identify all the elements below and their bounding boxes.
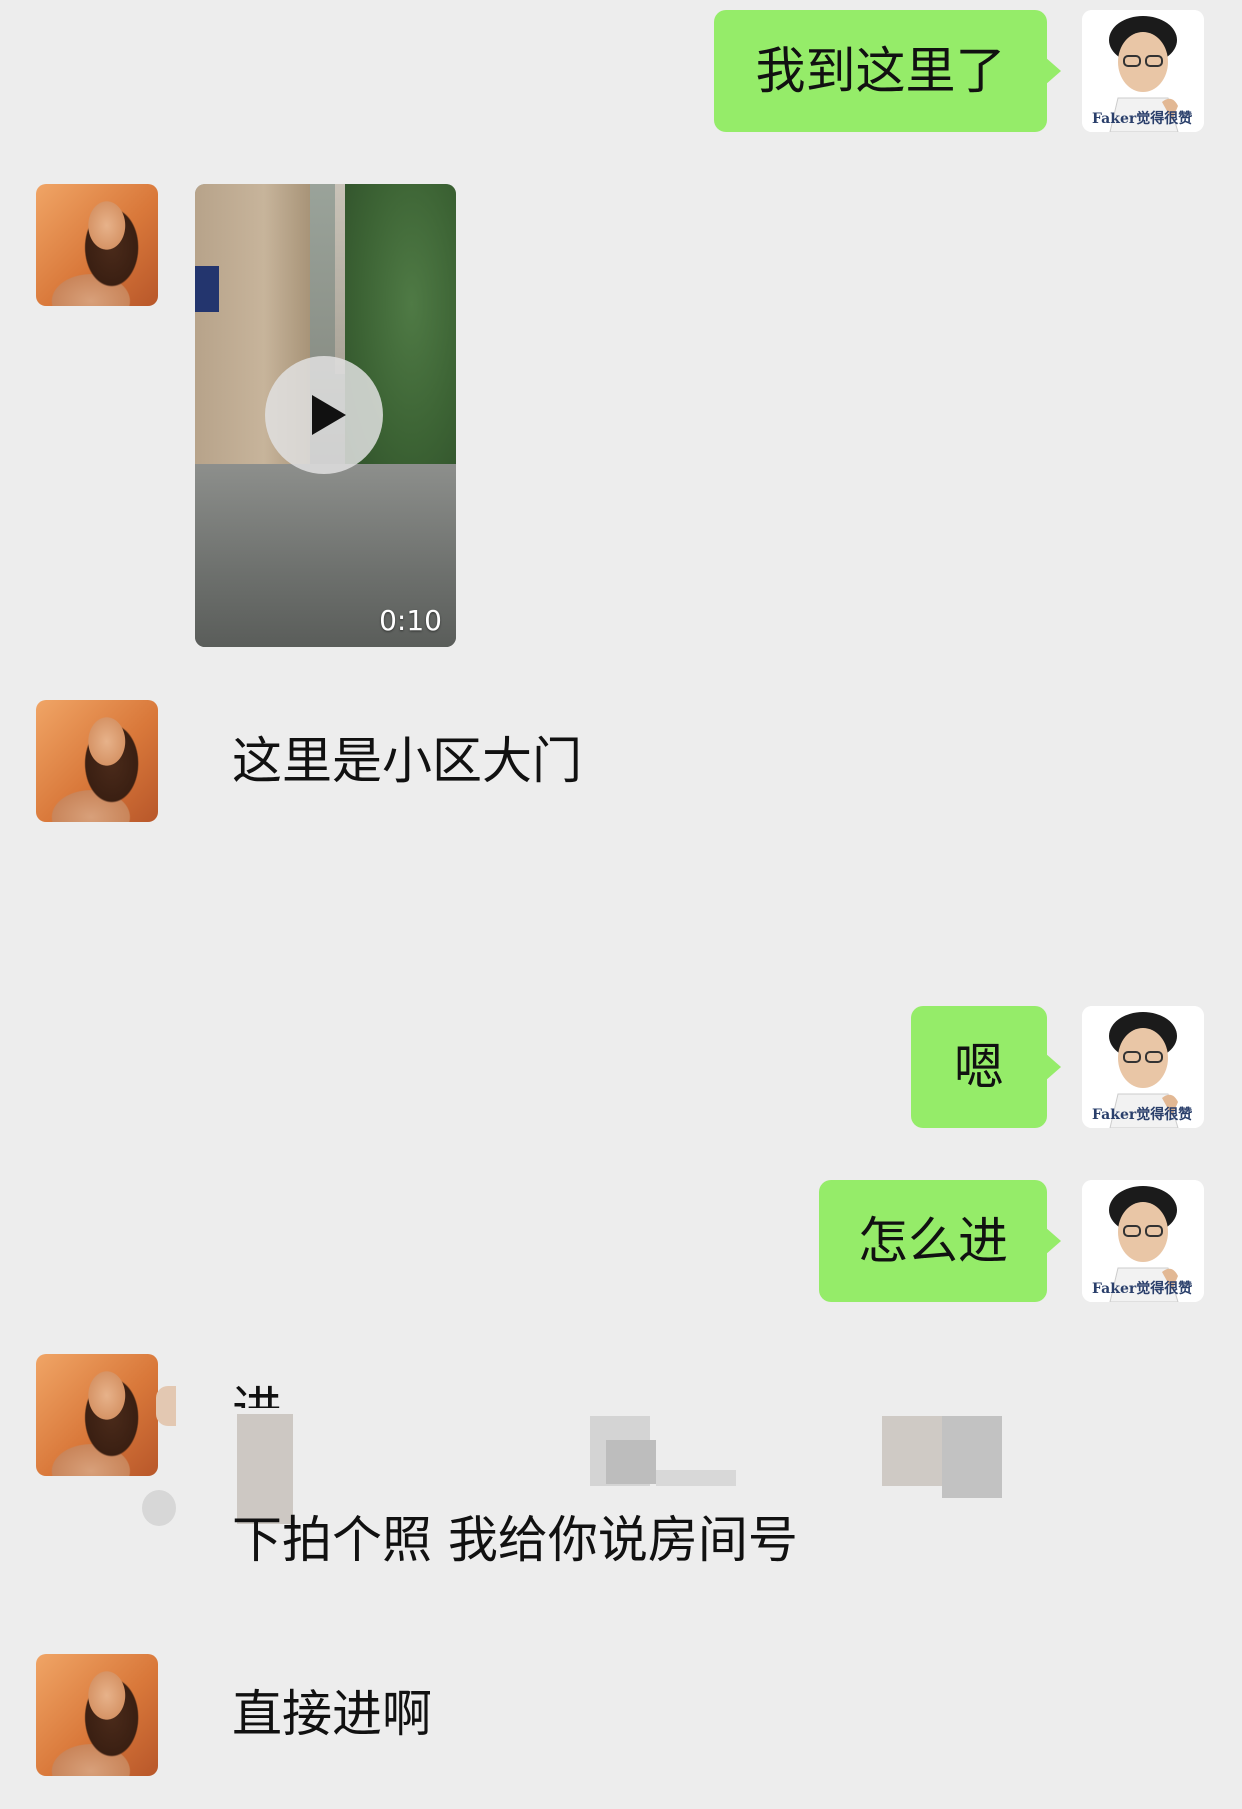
- redaction-block: [942, 1416, 1002, 1498]
- message-text[interactable]: 直接进啊: [232, 1684, 432, 1744]
- my-avatar[interactable]: Faker觉得很赞: [1082, 10, 1204, 132]
- redaction-block: [237, 1414, 293, 1524]
- avatar-caption: Faker觉得很赞: [1092, 1281, 1193, 1297]
- redaction-block: [142, 1490, 176, 1526]
- redaction-block: [656, 1470, 736, 1486]
- avatar-caption: Faker觉得很赞: [1092, 1107, 1193, 1123]
- my-avatar[interactable]: Faker觉得很赞: [1082, 1180, 1204, 1302]
- redaction-block: [882, 1416, 942, 1486]
- message-text-partial: 进: [232, 1380, 282, 1408]
- video-message[interactable]: 0:10: [195, 184, 456, 647]
- redaction-block: [606, 1440, 656, 1484]
- contact-avatar[interactable]: [36, 700, 158, 822]
- video-duration: 0:10: [379, 604, 442, 637]
- video-frame: [195, 266, 219, 312]
- contact-avatar[interactable]: [36, 184, 158, 306]
- play-icon[interactable]: [265, 356, 383, 474]
- message-bubble-sent[interactable]: 怎么进: [819, 1180, 1061, 1302]
- message-text[interactable]: 下拍个照 我给你说房间号: [232, 1510, 798, 1570]
- redaction-block: [156, 1386, 176, 1426]
- contact-avatar[interactable]: [36, 1654, 158, 1776]
- message-text: 怎么进: [858, 1212, 1008, 1270]
- message-bubble-sent[interactable]: 嗯: [911, 1006, 1061, 1128]
- message-bubble-sent[interactable]: 我到这里了: [714, 10, 1061, 132]
- contact-avatar[interactable]: [36, 1354, 158, 1476]
- message-text: 嗯: [954, 1038, 1004, 1096]
- message-text[interactable]: 这里是小区大门: [232, 731, 582, 791]
- message-text: 我到这里了: [755, 42, 1006, 100]
- my-avatar[interactable]: Faker觉得很赞: [1082, 1006, 1204, 1128]
- avatar-caption: Faker觉得很赞: [1092, 111, 1193, 127]
